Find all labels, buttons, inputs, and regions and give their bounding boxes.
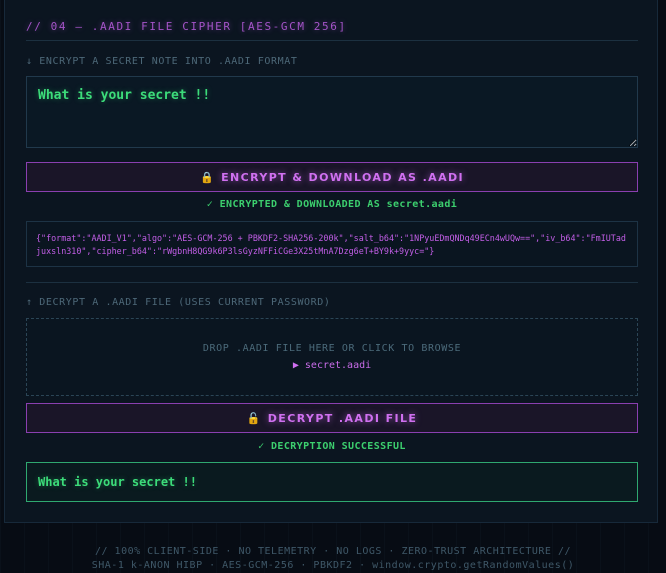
encrypt-download-button[interactable]: 🔒 ENCRYPT & DOWNLOAD AS .AADI bbox=[26, 162, 638, 192]
file-dropzone[interactable]: DROP .AADI FILE HERE OR CLICK TO BROWSE … bbox=[26, 318, 638, 396]
unlock-icon: 🔓 bbox=[246, 411, 262, 425]
decrypt-label: ↑ DECRYPT A .AADI FILE (USES CURRENT PAS… bbox=[26, 297, 331, 308]
encrypt-decrypt-divider bbox=[26, 282, 638, 283]
decrypted-result: What is your secret !! bbox=[26, 462, 638, 502]
section-divider bbox=[26, 40, 638, 41]
play-arrow-icon: ▶ bbox=[292, 360, 299, 371]
encrypt-label: ↓ ENCRYPT A SECRET NOTE INTO .AADI FORMA… bbox=[26, 56, 298, 67]
section-title: // 04 — .AADI FILE CIPHER [AES-GCM 256] bbox=[26, 20, 347, 33]
secret-note-input[interactable]: What is your secret !! bbox=[26, 76, 638, 148]
dropzone-text: DROP .AADI FILE HERE OR CLICK TO BROWSE bbox=[202, 343, 462, 354]
decrypt-status: ✓ DECRYPTION SUCCESSFUL bbox=[258, 441, 406, 452]
decrypt-button-label: DECRYPT .AADI FILE bbox=[267, 411, 418, 425]
encrypted-json-output: {"format":"AADI_V1","algo":"AES-GCM-256 … bbox=[26, 221, 638, 267]
selected-file-name: secret.aadi bbox=[304, 360, 372, 371]
footer-line-1: // 100% CLIENT-SIDE · NO TELEMETRY · NO … bbox=[95, 546, 571, 557]
selected-file: ▶ secret.aadi bbox=[27, 360, 637, 371]
encrypt-status: ✓ ENCRYPTED & DOWNLOADED AS secret.aadi bbox=[206, 199, 458, 210]
lock-icon: 🔒 bbox=[199, 170, 216, 184]
decrypt-file-button[interactable]: 🔓 DECRYPT .AADI FILE bbox=[26, 403, 638, 433]
footer-line-2: SHA-1 k-ANON HIBP · AES-GCM-256 · PBKDF2… bbox=[91, 560, 575, 571]
encrypt-button-label: ENCRYPT & DOWNLOAD AS .AADI bbox=[221, 170, 464, 184]
file-cipher-panel: // 04 — .AADI FILE CIPHER [AES-GCM 256] … bbox=[4, 0, 658, 523]
